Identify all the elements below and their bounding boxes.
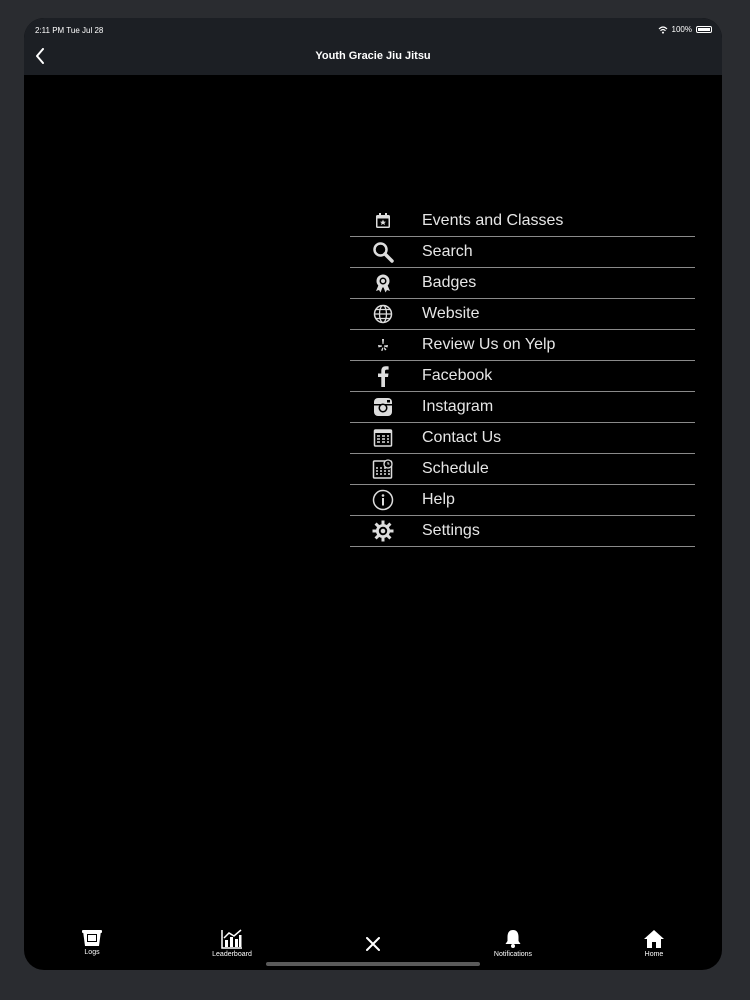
tab-logs[interactable]: Logs (52, 929, 132, 956)
search-icon (372, 241, 394, 263)
menu-item-label: Settings (422, 522, 480, 539)
globe-icon (372, 303, 394, 325)
battery-icon (696, 26, 712, 33)
tab-home[interactable]: Home (614, 929, 694, 958)
gear-icon (372, 520, 394, 542)
app-screen: 2:11 PM Tue Jul 28 100% Youth Gracie Jiu… (24, 18, 722, 970)
menu-item-label: Website (422, 305, 480, 322)
tab-leaderboard[interactable]: Leaderboard (192, 929, 272, 958)
menu-item-search[interactable]: Search (350, 237, 695, 268)
home-indicator[interactable] (266, 962, 480, 966)
bell-icon (505, 930, 521, 948)
close-icon (366, 937, 380, 951)
tab-label: Logs (84, 949, 100, 956)
menu-item-website[interactable]: Website (350, 299, 695, 330)
info-icon (372, 489, 394, 511)
menu-item-schedule[interactable]: Schedule (350, 454, 695, 485)
tab-label: Leaderboard (212, 951, 252, 958)
close-menu-button[interactable] (333, 937, 413, 951)
status-indicators: 100% (658, 25, 712, 34)
menu-item-events-and-classes[interactable]: Events and Classes (350, 206, 695, 237)
menu-item-label: Review Us on Yelp (422, 336, 556, 353)
menu-item-label: Facebook (422, 367, 493, 384)
menu-item-instagram[interactable]: Instagram (350, 392, 695, 423)
menu-item-label: Badges (422, 274, 477, 291)
menu-item-label: Help (422, 491, 455, 508)
tab-notifications[interactable]: Notifications (473, 929, 553, 958)
menu-item-review-yelp[interactable]: Review Us on Yelp (350, 330, 695, 361)
menu-item-label: Instagram (422, 398, 494, 415)
menu-item-help[interactable]: Help (350, 485, 695, 516)
badge-ribbon-icon (372, 272, 394, 294)
menu-item-label: Search (422, 243, 473, 260)
menu-item-label: Schedule (422, 460, 489, 477)
battery-percent: 100% (671, 25, 692, 34)
logs-icon (82, 930, 102, 946)
menu-item-facebook[interactable]: Facebook (350, 361, 695, 392)
instagram-icon (372, 396, 394, 418)
navigation-bar: 2:11 PM Tue Jul 28 100% Youth Gracie Jiu… (24, 18, 722, 75)
menu-item-badges[interactable]: Badges (350, 268, 695, 299)
side-menu: Events and Classes Search Badges Website… (350, 206, 695, 547)
wifi-icon (658, 25, 667, 34)
menu-item-label: Events and Classes (422, 212, 564, 229)
yelp-icon (372, 334, 394, 356)
tab-label: Home (644, 951, 664, 958)
menu-item-settings[interactable]: Settings (350, 516, 695, 547)
menu-item-contact-us[interactable]: Contact Us (350, 423, 695, 454)
schedule-calendar-icon (372, 458, 394, 480)
menu-item-label: Contact Us (422, 429, 502, 446)
status-time: 2:11 PM Tue Jul 28 (35, 26, 104, 35)
home-icon (644, 930, 664, 948)
calendar-star-icon (372, 210, 394, 232)
tablet-frame: 2:11 PM Tue Jul 28 100% Youth Gracie Jiu… (0, 0, 750, 1000)
page-title: Youth Gracie Jiu Jitsu (315, 50, 431, 62)
facebook-icon (372, 365, 394, 387)
leaderboard-chart-icon (221, 929, 242, 949)
contact-card-icon (372, 427, 394, 449)
tab-label: Notifications (493, 951, 533, 958)
